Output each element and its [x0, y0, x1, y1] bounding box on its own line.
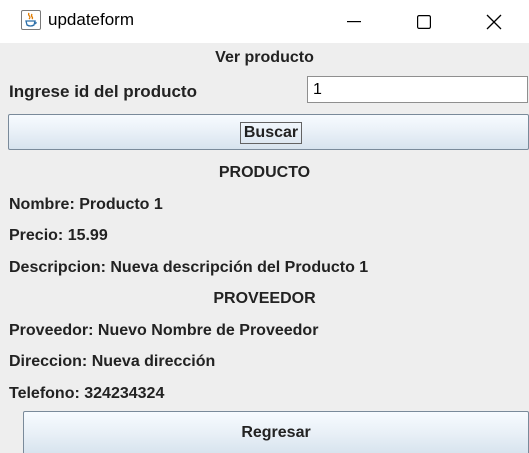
maximize-button[interactable] [389, 0, 459, 43]
maximize-icon [417, 14, 431, 29]
product-section-title: PRODUCTO [218, 164, 311, 181]
search-button-focus-ring: Buscar [240, 122, 302, 144]
product-id-input[interactable] [307, 76, 528, 103]
search-button-label: Buscar [243, 124, 299, 141]
supplier-name: Proveedor: Nuevo Nombre de Proveedor [9, 322, 319, 339]
id-label: Ingrese id del producto [9, 82, 197, 101]
form-heading: Ver producto [215, 49, 314, 66]
product-name: Nombre: Producto 1 [9, 196, 163, 213]
product-price: Precio: 15.99 [9, 227, 108, 244]
java-cup-icon [21, 10, 41, 30]
form-content: Ver producto Ingrese id del producto Bus… [0, 43, 529, 453]
close-icon [486, 14, 502, 29]
product-description: Descripcion: Nueva descripción del Produ… [9, 259, 369, 276]
supplier-address: Direccion: Nueva dirección [9, 353, 216, 370]
back-button-label: Regresar [241, 424, 311, 441]
back-button[interactable]: Regresar [23, 411, 529, 453]
supplier-section-title: PROVEEDOR [213, 290, 316, 307]
title-bar[interactable]: updateform [0, 0, 529, 43]
window-title: updateform [48, 10, 134, 29]
minimize-button[interactable] [319, 0, 389, 43]
search-button[interactable]: Buscar [8, 114, 529, 150]
app-window: updateform Ver producto Ingrese id del p… [0, 0, 529, 453]
supplier-phone: Telefono: 324234324 [9, 385, 165, 402]
minimize-icon [347, 20, 361, 22]
close-button[interactable] [459, 0, 529, 43]
